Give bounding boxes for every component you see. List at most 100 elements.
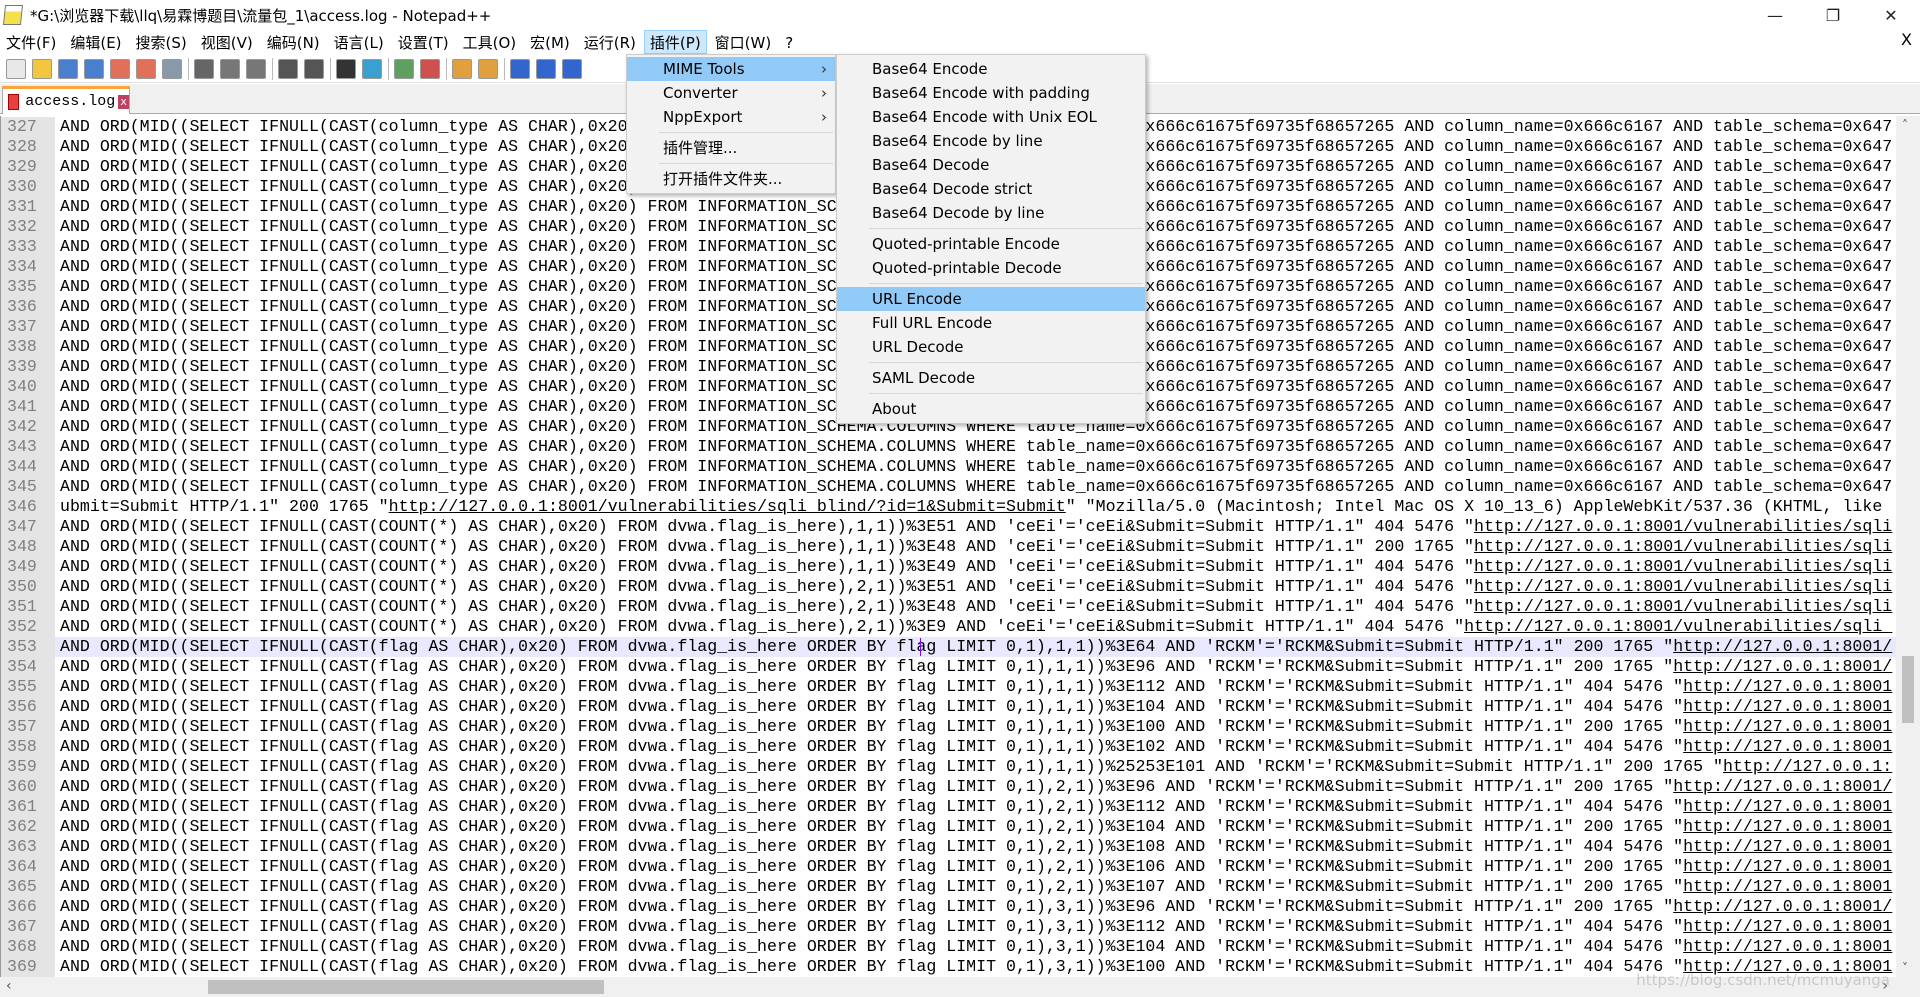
restore-button[interactable]: ❐ [1804, 0, 1862, 30]
mime-tools-item[interactable]: Base64 Decode strict [837, 177, 1145, 201]
line-url[interactable]: http://127.0.0.1:8001/ [1673, 637, 1892, 656]
line-url[interactable]: http://127.0.0.1:8001/vulnerabilities/sq… [1474, 577, 1892, 596]
menu-11[interactable]: 窗口(W) [709, 30, 778, 54]
close-icon[interactable] [110, 58, 130, 79]
code-line[interactable]: 359 AND ORD(MID((SELECT IFNULL(CAST(flag … [1, 757, 1896, 777]
minimize-button[interactable]: — [1746, 0, 1804, 30]
line-url[interactable]: http://127.0.0.1:8001/vulnerabilities/sq… [1474, 557, 1892, 576]
print-icon[interactable] [162, 58, 182, 79]
menu-5[interactable]: 语言(L) [328, 30, 390, 54]
new-file-icon[interactable] [6, 58, 26, 79]
code-line[interactable]: 355 AND ORD(MID((SELECT IFNULL(CAST(flag … [1, 677, 1896, 697]
tab-access-log[interactable]: access.log x [2, 86, 130, 114]
word-wrap-icon[interactable] [510, 58, 530, 79]
line-url[interactable]: http://127.0.0.1:8001 [1683, 857, 1892, 876]
mime-tools-item[interactable]: Base64 Encode with Unix EOL [837, 105, 1145, 129]
code-line[interactable]: 368 AND ORD(MID((SELECT IFNULL(CAST(flag … [1, 937, 1896, 957]
zoom-out-icon[interactable] [420, 58, 440, 79]
line-url[interactable]: http://127.0.0.1:8001 [1683, 677, 1892, 696]
mime-tools-item[interactable]: Base64 Decode [837, 153, 1145, 177]
line-url[interactable]: http://127.0.0.1:8001 [1683, 717, 1892, 736]
code-line[interactable]: 343 AND ORD(MID((SELECT IFNULL(CAST(colum… [1, 437, 1896, 457]
mime-tools-item[interactable]: SAML Decode [837, 366, 1145, 390]
code-line[interactable]: 347 AND ORD(MID((SELECT IFNULL(CAST(COUNT… [1, 517, 1896, 537]
horizontal-scroll-thumb[interactable] [208, 980, 604, 994]
code-line[interactable]: 360 AND ORD(MID((SELECT IFNULL(CAST(flag … [1, 777, 1896, 797]
vertical-scroll-thumb[interactable] [1902, 656, 1914, 723]
save-all-icon[interactable] [84, 58, 104, 79]
cut-icon[interactable] [194, 58, 214, 79]
mime-tools-item[interactable]: Base64 Encode [837, 57, 1145, 81]
tab-close-button[interactable]: x [118, 94, 129, 109]
open-file-icon[interactable] [32, 58, 52, 79]
horizontal-scrollbar[interactable]: ‹ › [0, 977, 1920, 997]
line-url[interactable]: http://127.0.0.1:8001 [1683, 917, 1892, 936]
code-line[interactable]: 366 AND ORD(MID((SELECT IFNULL(CAST(flag … [1, 897, 1896, 917]
scroll-down-arrow-icon[interactable]: ˅ [1902, 961, 1908, 975]
code-line[interactable]: 344 AND ORD(MID((SELECT IFNULL(CAST(colum… [1, 457, 1896, 477]
code-line[interactable]: 352 AND ORD(MID((SELECT IFNULL(CAST(COUNT… [1, 617, 1896, 637]
line-url[interactable]: http://127.0.0.1:8001 [1683, 697, 1892, 716]
line-url[interactable]: http://127.0.0.1:8001 [1683, 937, 1892, 956]
indent-guide-icon[interactable] [562, 58, 582, 79]
plugins-menu-item[interactable]: 插件管理... [627, 136, 835, 160]
close-document-button[interactable]: X [1901, 30, 1912, 49]
line-url[interactable]: http://127.0.0.1:8001 [1683, 817, 1892, 836]
save-icon[interactable] [58, 58, 78, 79]
plugins-menu-item[interactable]: MIME Tools › [627, 57, 835, 81]
mime-tools-item[interactable]: Full URL Encode [837, 311, 1145, 335]
code-line[interactable]: 356 AND ORD(MID((SELECT IFNULL(CAST(flag … [1, 697, 1896, 717]
code-line[interactable]: 353 AND ORD(MID((SELECT IFNULL(CAST(flag … [1, 637, 1896, 657]
code-line[interactable]: 369 AND ORD(MID((SELECT IFNULL(CAST(flag … [1, 957, 1896, 977]
code-line[interactable]: 358 AND ORD(MID((SELECT IFNULL(CAST(flag … [1, 737, 1896, 757]
copy-icon[interactable] [220, 58, 240, 79]
vertical-scrollbar[interactable]: ˄ ˅ [1896, 116, 1920, 977]
close-all-icon[interactable] [136, 58, 156, 79]
code-line[interactable]: 365 AND ORD(MID((SELECT IFNULL(CAST(flag … [1, 877, 1896, 897]
line-url[interactable]: http://127.0.0.1:8001/vulnerabilities/sq… [1474, 517, 1892, 536]
redo-icon[interactable] [304, 58, 324, 79]
menu-12[interactable]: ? [779, 30, 799, 54]
line-url[interactable]: http://127.0.0.1:8001/ [1673, 657, 1892, 676]
plugins-menu-item[interactable]: Converter › [627, 81, 835, 105]
line-url[interactable]: http://127.0.0.1:8001/vulnerabilities/sq… [1474, 537, 1892, 556]
mime-tools-item[interactable]: About [837, 397, 1145, 421]
plugins-menu-item[interactable]: NppExport › [627, 105, 835, 129]
show-all-chars-icon[interactable] [536, 58, 556, 79]
menu-7[interactable]: 工具(O) [457, 30, 523, 54]
code-line[interactable]: 345 AND ORD(MID((SELECT IFNULL(CAST(colum… [1, 477, 1896, 497]
menu-1[interactable]: 编辑(E) [64, 30, 127, 54]
code-line[interactable]: 346 ubmit=Submit HTTP/1.1" 200 1765 "http… [1, 497, 1896, 517]
menu-8[interactable]: 宏(M) [524, 30, 576, 54]
code-line[interactable]: 349 AND ORD(MID((SELECT IFNULL(CAST(COUNT… [1, 557, 1896, 577]
zoom-in-icon[interactable] [394, 58, 414, 79]
find-icon[interactable] [336, 58, 356, 79]
code-line[interactable]: 351 AND ORD(MID((SELECT IFNULL(CAST(COUNT… [1, 597, 1896, 617]
close-window-button[interactable]: ✕ [1862, 0, 1920, 30]
mime-tools-item[interactable]: Quoted-printable Encode [837, 232, 1145, 256]
line-url[interactable]: http://127.0.0.1:8001/ [1673, 777, 1892, 796]
mime-tools-item[interactable]: Base64 Encode by line [837, 129, 1145, 153]
code-line[interactable]: 367 AND ORD(MID((SELECT IFNULL(CAST(flag … [1, 917, 1896, 937]
mime-tools-item[interactable]: URL Decode [837, 335, 1145, 359]
line-url[interactable]: http://127.0.0.1: [1723, 757, 1892, 776]
menu-6[interactable]: 设置(T) [392, 30, 455, 54]
mime-tools-item[interactable]: Quoted-printable Decode [837, 256, 1145, 280]
line-url[interactable]: http://127.0.0.1:8001 [1683, 737, 1892, 756]
line-url[interactable]: http://127.0.0.1:8001 [1683, 877, 1892, 896]
line-url[interactable]: http://127.0.0.1:8001/vulnerabilities/sq… [1474, 597, 1892, 616]
mime-tools-item[interactable]: URL Encode [837, 287, 1145, 311]
code-line[interactable]: 350 AND ORD(MID((SELECT IFNULL(CAST(COUNT… [1, 577, 1896, 597]
code-line[interactable]: 348 AND ORD(MID((SELECT IFNULL(CAST(COUNT… [1, 537, 1896, 557]
line-url[interactable]: http://127.0.0.1:8001/vulnerabilities/sq… [1464, 617, 1892, 636]
code-line[interactable]: 363 AND ORD(MID((SELECT IFNULL(CAST(flag … [1, 837, 1896, 857]
menu-3[interactable]: 视图(V) [195, 30, 259, 54]
mime-tools-item[interactable]: Base64 Encode with padding [837, 81, 1145, 105]
sync-vertical-icon[interactable] [452, 58, 472, 79]
menu-9[interactable]: 运行(R) [578, 30, 642, 54]
replace-icon[interactable] [362, 58, 382, 79]
menu-10[interactable]: 插件(P) [643, 30, 707, 54]
menu-4[interactable]: 编码(N) [261, 30, 326, 54]
code-line[interactable]: 354 AND ORD(MID((SELECT IFNULL(CAST(flag … [1, 657, 1896, 677]
line-url[interactable]: http://127.0.0.1:8001 [1683, 837, 1892, 856]
